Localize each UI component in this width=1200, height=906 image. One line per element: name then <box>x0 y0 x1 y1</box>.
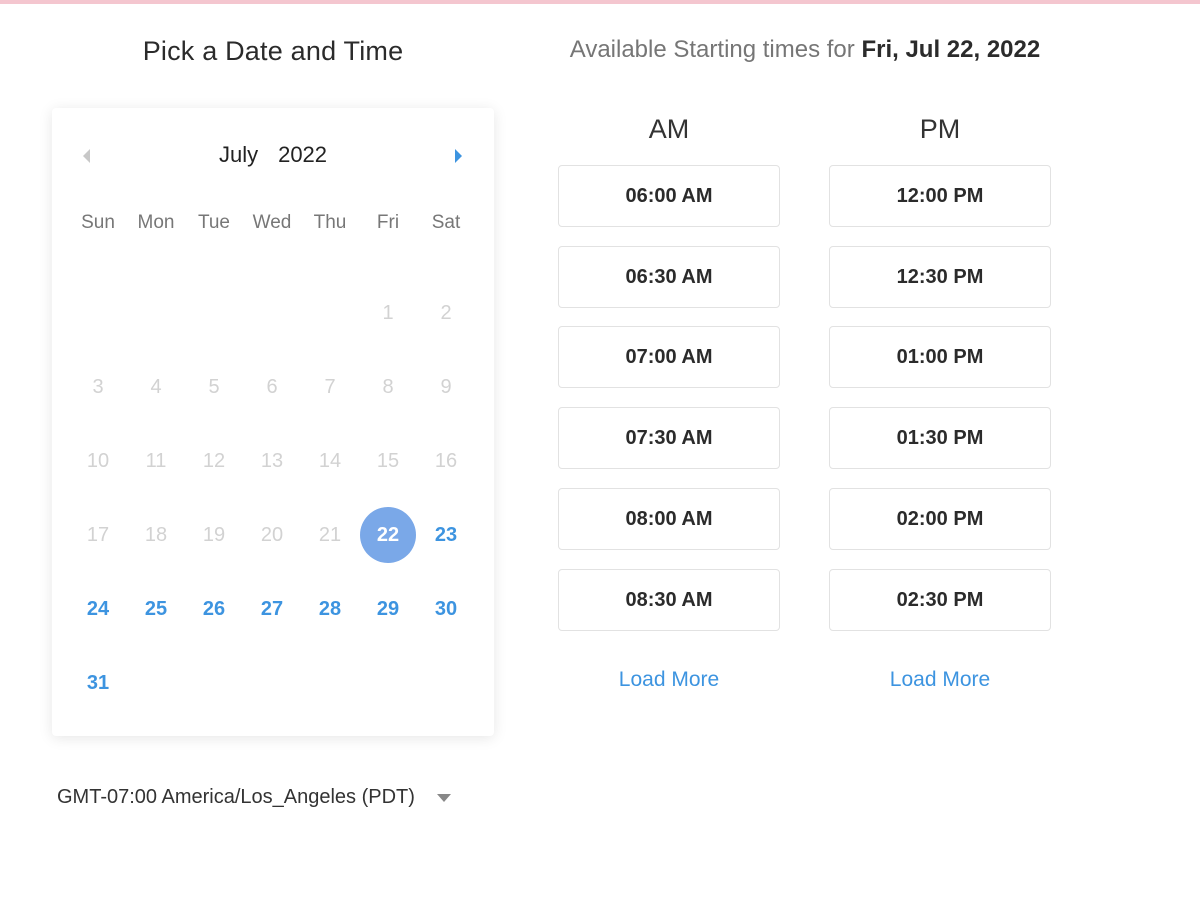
unavailable-day: 10 <box>86 449 110 472</box>
empty-day-cell <box>243 646 301 720</box>
timezone-label: GMT-07:00 America/Los_Angeles (PDT) <box>57 786 415 808</box>
day-grid: 1 2 3 4 5 6 7 8 9 10 11 12 13 14 15 16 17 18 19 20 21 22 23 24 2… <box>69 276 475 720</box>
empty-day-cell <box>301 646 359 720</box>
unavailable-day: 1 <box>382 301 394 324</box>
available-day[interactable]: 28 <box>301 572 359 646</box>
pm-column-heading: PM <box>919 114 961 144</box>
time-slot-button[interactable]: 06:00 AM <box>558 165 780 227</box>
unavailable-day: 7 <box>324 375 336 398</box>
available-day[interactable]: 26 <box>185 572 243 646</box>
empty-day-cell <box>243 276 301 350</box>
unavailable-day: 5 <box>208 375 220 398</box>
empty-day-cell <box>301 276 359 350</box>
unavailable-day: 18 <box>144 523 168 546</box>
selected-date-label: Fri, Jul 22, 2022 <box>861 36 1041 63</box>
time-slot-button[interactable]: 02:00 PM <box>829 488 1051 550</box>
unavailable-day: 12 <box>202 449 226 472</box>
unavailable-day: 4 <box>150 375 162 398</box>
weekday-label: Tue <box>197 212 231 233</box>
year-label: 2022 <box>278 142 328 167</box>
empty-day-cell <box>127 646 185 720</box>
available-day[interactable]: 29 <box>359 572 417 646</box>
unavailable-day: 14 <box>318 449 342 472</box>
empty-day-cell <box>417 646 475 720</box>
unavailable-day: 19 <box>202 523 226 546</box>
timezone-select[interactable]: GMT-07:00 America/Los_Angeles (PDT) <box>57 786 451 809</box>
available-times-heading: Available Starting times for Fri, Jul 22… <box>520 36 1090 64</box>
selected-day[interactable]: 22 <box>359 498 417 572</box>
empty-day-cell <box>185 276 243 350</box>
unavailable-day: 21 <box>318 523 342 546</box>
time-slot-button[interactable]: 02:30 PM <box>829 569 1051 631</box>
available-day[interactable]: 24 <box>69 572 127 646</box>
time-slot-button[interactable]: 08:30 AM <box>558 569 780 631</box>
month-label: July <box>218 142 259 167</box>
available-day[interactable]: 25 <box>127 572 185 646</box>
unavailable-day: 20 <box>260 523 284 546</box>
unavailable-day: 6 <box>266 375 278 398</box>
pm-load-more-link[interactable]: Load More <box>828 668 1052 692</box>
unavailable-day: 17 <box>86 523 110 546</box>
unavailable-day: 9 <box>440 375 452 398</box>
unavailable-day: 2 <box>440 301 452 324</box>
available-day[interactable]: 31 <box>69 646 127 720</box>
available-day[interactable]: 23 <box>417 498 475 572</box>
empty-day-cell <box>359 646 417 720</box>
available-day[interactable]: 30 <box>417 572 475 646</box>
weekday-label: Fri <box>376 212 400 233</box>
am-column-heading: AM <box>648 114 690 144</box>
time-slot-button[interactable]: 01:30 PM <box>829 407 1051 469</box>
unavailable-day: 11 <box>145 449 167 472</box>
time-slot-button[interactable]: 12:00 PM <box>829 165 1051 227</box>
chevron-right-icon <box>455 149 462 163</box>
month-year-label: July 2022 <box>52 142 494 168</box>
weekday-label: Sun <box>81 212 115 233</box>
empty-day-cell <box>185 646 243 720</box>
weekday-label: Mon <box>137 212 175 233</box>
time-slot-button[interactable]: 08:00 AM <box>558 488 780 550</box>
next-month-button[interactable] <box>447 144 471 168</box>
empty-day-cell <box>127 276 185 350</box>
day-number: 22 <box>360 507 416 563</box>
am-load-more-link[interactable]: Load More <box>557 668 781 692</box>
weekday-label: Sat <box>431 212 461 233</box>
unavailable-day: 15 <box>376 449 400 472</box>
unavailable-day: 8 <box>382 375 394 398</box>
calendar-header: July 2022 <box>52 136 494 176</box>
available-times-prefix: Available Starting times for <box>569 36 855 63</box>
time-slot-button[interactable]: 12:30 PM <box>829 246 1051 308</box>
caret-down-icon <box>436 793 451 802</box>
weekday-header: Sun Mon Tue Wed Thu Fri Sat <box>69 212 475 234</box>
page-title: Pick a Date and Time <box>142 36 404 66</box>
unavailable-day: 16 <box>434 449 458 472</box>
unavailable-day: 3 <box>92 375 104 398</box>
time-slot-button[interactable]: 06:30 AM <box>558 246 780 308</box>
time-slot-button[interactable]: 07:30 AM <box>558 407 780 469</box>
calendar: July 2022 Sun Mon Tue Wed Thu Fri Sat 123… <box>52 108 494 736</box>
available-day[interactable]: 27 <box>243 572 301 646</box>
empty-day-cell <box>69 276 127 350</box>
time-slot-button[interactable]: 07:00 AM <box>558 326 780 388</box>
time-slot-button[interactable]: 01:00 PM <box>829 326 1051 388</box>
top-border <box>0 0 1200 4</box>
weekday-label: Wed <box>252 212 292 233</box>
unavailable-day: 13 <box>260 449 284 472</box>
weekday-label: Thu <box>313 212 347 233</box>
